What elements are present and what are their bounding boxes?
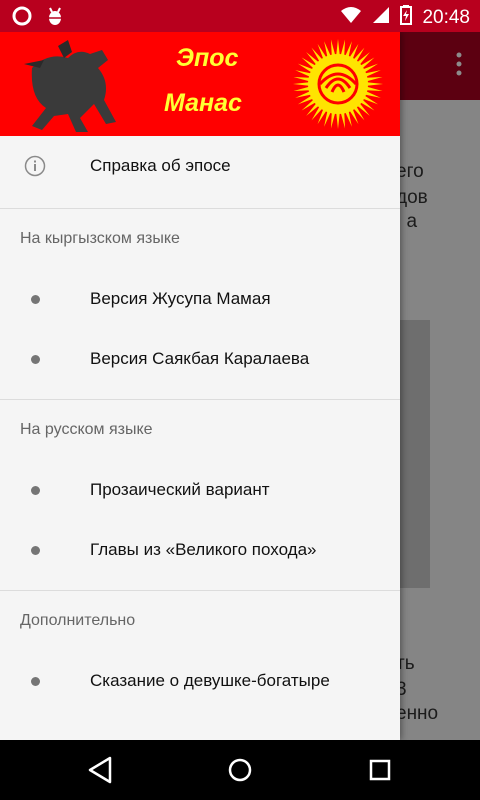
sun-ray <box>293 76 310 82</box>
manas-statue-image <box>18 38 122 139</box>
bullet-icon <box>31 294 40 304</box>
sun-ray <box>345 41 352 58</box>
sun-ray <box>340 39 346 56</box>
sun-ray <box>293 82 310 86</box>
clock: 20:48 <box>422 6 470 28</box>
home-icon[interactable] <box>226 755 254 790</box>
sun-ray <box>330 112 336 129</box>
system-nav-bar <box>0 740 480 800</box>
menu-item-label: Сказание о девушке-богатыре <box>90 671 330 690</box>
menu-item-prose-version[interactable]: Прозаический вариант <box>0 460 400 520</box>
sun-ray <box>324 110 331 127</box>
section-header-kyrgyz: На кыргызском языке <box>20 230 180 247</box>
bullet-icon <box>31 354 40 364</box>
wifi-icon <box>340 6 362 29</box>
menu-item-mamay-version[interactable]: Версия Жусупа Мамая <box>0 269 400 329</box>
sun-ray <box>366 76 383 82</box>
sun-ray <box>295 91 312 98</box>
kyrgyz-flag-sun-icon <box>290 36 386 137</box>
battery-charging-icon <box>400 5 413 30</box>
sun-ray <box>295 70 312 77</box>
drawer-header: Эпос Манас <box>0 32 400 136</box>
info-icon <box>24 155 46 182</box>
sun-ray <box>330 39 336 56</box>
bullet-icon <box>31 545 40 555</box>
sun-ray <box>345 110 352 127</box>
menu-item-label: Версия Саякбая Каралаева <box>90 349 310 368</box>
bullet-icon <box>31 676 40 686</box>
sun-ray <box>336 112 340 129</box>
sun-ray <box>324 41 331 58</box>
back-icon[interactable] <box>86 755 114 790</box>
menu-item-heroine-tale[interactable]: Сказание о девушке-богатыре <box>0 651 400 711</box>
menu-item-label: Прозаический вариант <box>90 480 270 499</box>
sun-ray <box>366 86 383 92</box>
bullet-icon <box>31 485 40 495</box>
sun-ray <box>293 86 310 92</box>
app-title-line1: Эпос <box>176 44 239 72</box>
status-bar: 20:48 <box>0 0 480 32</box>
sun-ray <box>366 82 383 86</box>
menu-item-great-campaign[interactable]: Главы из «Великого похода» <box>0 520 400 580</box>
app-title-line2: Манас <box>164 89 242 117</box>
opera-icon <box>12 6 32 31</box>
signal-icon <box>372 6 390 29</box>
android-debug-icon <box>46 6 64 31</box>
recents-icon[interactable] <box>366 755 394 790</box>
menu-item-epic-info[interactable]: Справка об эпосе <box>0 136 400 196</box>
sun-ray <box>364 91 381 98</box>
section-header-russian: На русском языке <box>20 421 153 438</box>
menu-item-label: Справка об эпосе <box>90 156 231 175</box>
section-header-additional: Дополнительно <box>20 612 136 629</box>
menu-item-label: Главы из «Великого похода» <box>90 540 317 559</box>
sun-ray <box>364 70 381 77</box>
menu-item-label: Версия Жусупа Мамая <box>90 289 271 308</box>
navigation-drawer: Эпос Манас Справка об эпосе На кыргызско… <box>0 32 400 740</box>
sun-ray <box>340 112 346 129</box>
sun-ray <box>336 39 340 56</box>
menu-item-karalaev-version[interactable]: Версия Саякбая Каралаева <box>0 329 400 389</box>
